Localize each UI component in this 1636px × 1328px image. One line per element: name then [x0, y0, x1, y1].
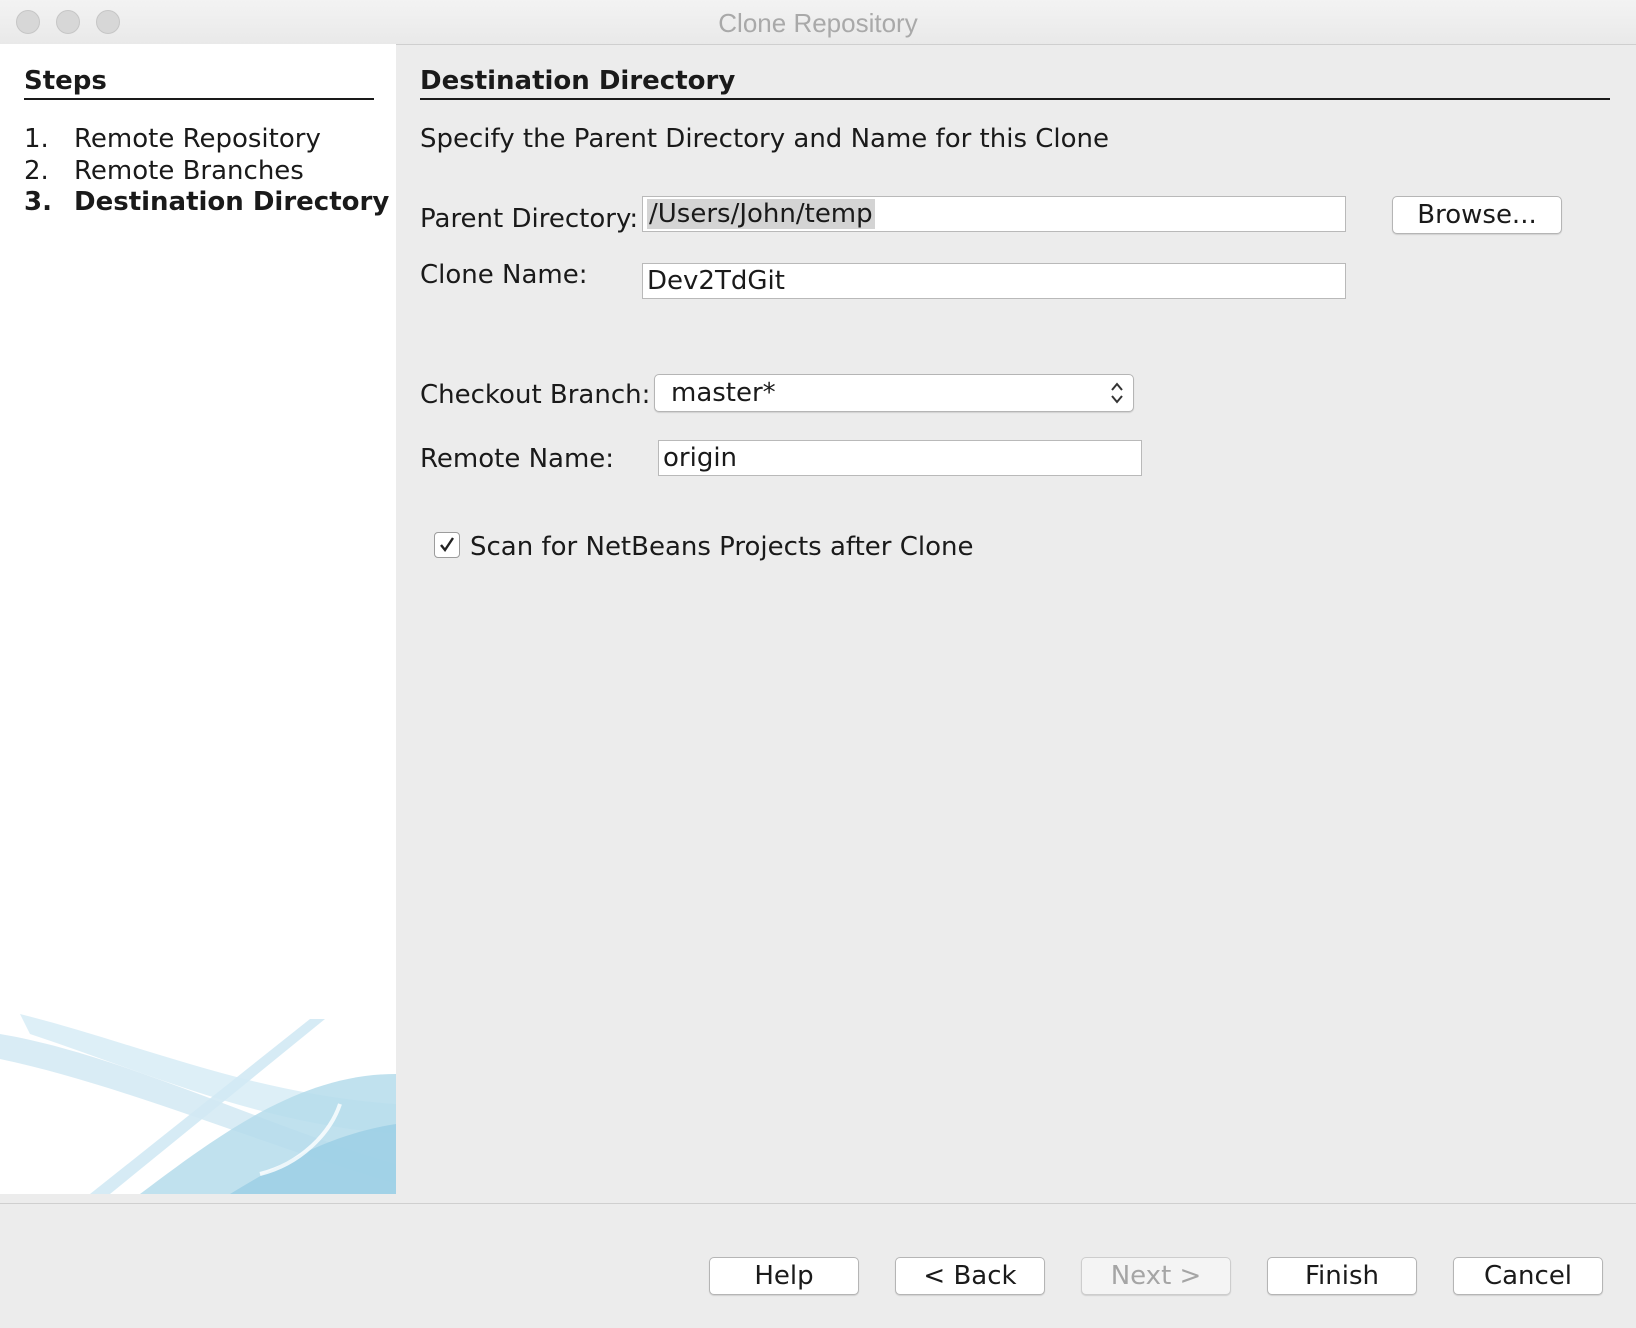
step-number: 2. [24, 156, 49, 186]
panel-subtitle: Specify the Parent Directory and Name fo… [420, 124, 1110, 154]
checkout-branch-select[interactable]: master* [654, 374, 1134, 412]
window-title: Clone Repository [718, 8, 918, 38]
steps-panel: Steps 1. Remote Repository 2. Remote Branc… [0, 44, 396, 1194]
step-item-destination-directory: 3. Destination Directory [24, 187, 389, 217]
step-label: Remote Repository [74, 124, 321, 154]
remote-name-label: Remote Name: [420, 444, 615, 474]
parent-directory-value: /Users/John/temp [647, 199, 875, 229]
browse-button[interactable]: Browse... [1392, 196, 1562, 234]
destination-directory-panel: Destination Directory Specify the Parent… [396, 44, 1636, 1194]
title-bar: Clone Repository [0, 0, 1636, 45]
step-number: 1. [24, 124, 49, 154]
parent-directory-label: Parent Directory: [420, 204, 639, 234]
clone-name-label: Clone Name: [420, 260, 588, 290]
next-button[interactable]: Next > [1081, 1257, 1231, 1295]
back-button[interactable]: < Back [895, 1257, 1045, 1295]
step-item-remote-branches: 2. Remote Branches [24, 156, 304, 186]
step-item-remote-repository: 1. Remote Repository [24, 124, 321, 154]
parent-directory-field[interactable]: /Users/John/temp [642, 196, 1346, 232]
checkmark-icon [440, 536, 454, 552]
help-button[interactable]: Help [709, 1257, 859, 1295]
finish-button[interactable]: Finish [1267, 1257, 1417, 1295]
cancel-button[interactable]: Cancel [1453, 1257, 1603, 1295]
scan-projects-option[interactable]: Scan for NetBeans Projects after Clone [434, 531, 974, 562]
clone-repository-dialog: Clone Repository Steps 1. Remote Reposito… [0, 0, 1636, 1328]
step-label: Remote Branches [74, 156, 304, 186]
remote-name-field[interactable]: origin [658, 440, 1142, 476]
scan-projects-checkbox[interactable] [434, 531, 460, 558]
checkout-branch-label: Checkout Branch: [420, 380, 651, 410]
step-number: 3. [24, 187, 52, 217]
panel-heading: Destination Directory [420, 66, 1610, 100]
decorative-swoosh-image [0, 1014, 396, 1194]
checkout-branch-value: master* [671, 378, 776, 408]
clone-name-field[interactable]: Dev2TdGit [642, 263, 1346, 299]
step-label: Destination Directory [74, 187, 390, 217]
scan-projects-label: Scan for NetBeans Projects after Clone [470, 532, 974, 562]
footer-divider [0, 1203, 1636, 1204]
chevron-up-down-icon [1111, 382, 1123, 404]
steps-heading: Steps [24, 66, 374, 100]
